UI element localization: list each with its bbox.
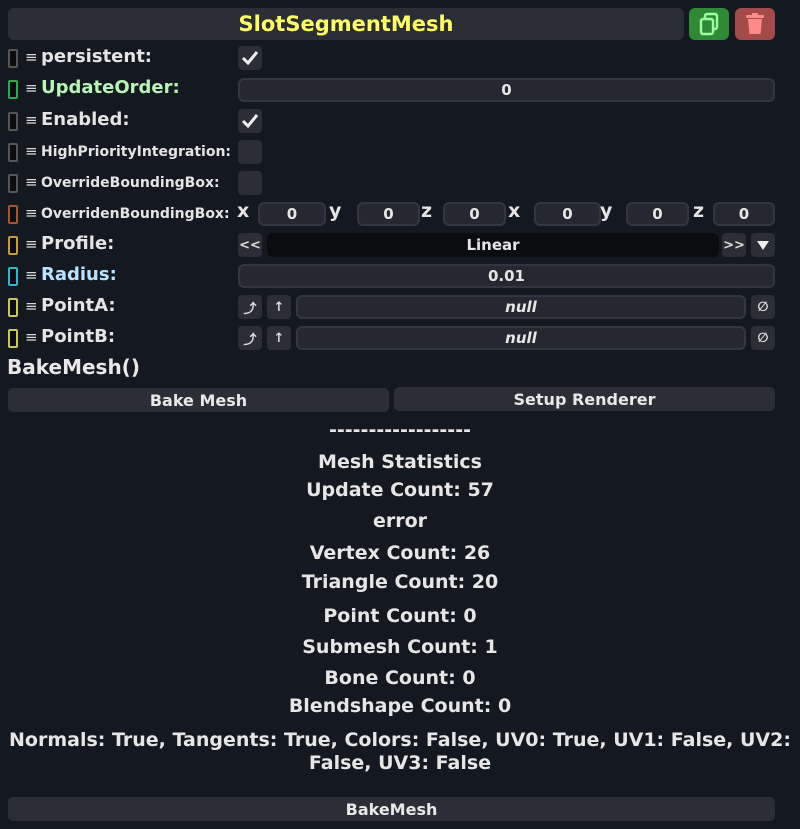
override-bbox-checkbox[interactable] — [238, 171, 262, 195]
bake-mesh-button[interactable]: Bake Mesh — [8, 388, 389, 412]
point-a-label: PointA: — [41, 295, 116, 316]
bbox-max-x-field[interactable]: 0 — [534, 202, 601, 226]
jump-to-icon[interactable]: ⤴ — [238, 326, 262, 350]
method-label: BakeMesh() — [7, 355, 140, 379]
menu-icon[interactable]: ≡ — [25, 48, 38, 66]
triangle-count: Triangle Count: 20 — [301, 571, 499, 593]
drag-handle[interactable] — [8, 298, 18, 317]
dropdown-arrow-icon — [757, 241, 769, 250]
axis-label-y: y — [600, 200, 613, 222]
vertex-count: Vertex Count: 26 — [309, 542, 491, 564]
bbox-min-z-field[interactable]: 0 — [443, 202, 506, 226]
axis-label-x: x — [237, 200, 250, 222]
menu-icon[interactable]: ≡ — [25, 204, 38, 222]
update-count: Update Count: 57 — [306, 479, 494, 501]
drag-handle[interactable] — [8, 205, 18, 224]
blendshape-count: Blendshape Count: 0 — [288, 695, 512, 717]
overriden-bbox-label: OverridenBoundingBox: — [41, 206, 230, 222]
radius-label: Radius: — [41, 264, 117, 285]
axis-label-z: z — [421, 200, 433, 222]
high-priority-checkbox[interactable] — [238, 140, 262, 164]
up-arrow-icon[interactable]: ↑ — [267, 295, 291, 319]
point-b-label: PointB: — [41, 326, 116, 347]
row-profile: ≡ Profile: << Linear >> — [8, 231, 800, 259]
point-a-reference-field[interactable]: null — [296, 295, 746, 319]
menu-icon[interactable]: ≡ — [25, 79, 38, 97]
checkmark-icon — [241, 114, 259, 129]
profile-prev-button[interactable]: << — [238, 233, 262, 257]
up-arrow-icon[interactable]: ↑ — [267, 326, 291, 350]
menu-icon[interactable]: ≡ — [25, 142, 38, 160]
point-count: Point Count: 0 — [323, 605, 477, 627]
menu-icon[interactable]: ≡ — [25, 235, 38, 253]
bbox-max-z-field[interactable]: 0 — [713, 202, 775, 226]
profile-value: Linear — [267, 233, 719, 257]
profile-label: Profile: — [41, 233, 115, 254]
profile-next-button[interactable]: >> — [722, 233, 746, 257]
mesh-attributes-line-1: Normals: True, Tangents: True, Colors: F… — [9, 729, 791, 751]
drag-handle[interactable] — [8, 80, 18, 99]
drag-handle[interactable] — [8, 143, 18, 162]
bake-mesh-bottom-button[interactable]: BakeMesh — [8, 797, 775, 821]
drag-handle[interactable] — [8, 49, 18, 68]
menu-icon[interactable]: ≡ — [25, 328, 38, 346]
drag-handle[interactable] — [8, 329, 18, 348]
drag-handle[interactable] — [8, 267, 18, 286]
persistent-label: persistent: — [41, 46, 152, 67]
clear-icon[interactable]: ∅ — [751, 326, 775, 350]
row-persistent: ≡ persistent: — [8, 44, 800, 72]
menu-icon[interactable]: ≡ — [25, 111, 38, 129]
clear-icon[interactable]: ∅ — [751, 295, 775, 319]
copy-icon — [699, 12, 719, 36]
row-point-b: ≡ PointB: ⤴ ↑ null ∅ — [8, 324, 800, 352]
override-bbox-label: OverrideBoundingBox: — [41, 175, 220, 191]
row-overriden-bounding-box: ≡ OverridenBoundingBox: x 0 y 0 z 0 x 0 … — [8, 200, 800, 228]
axis-label-y: y — [329, 200, 342, 222]
radius-field[interactable]: 0.01 — [238, 264, 775, 288]
axis-label-z: z — [693, 200, 705, 222]
high-priority-label: HighPriorityIntegration: — [41, 144, 232, 160]
enabled-checkbox[interactable] — [238, 109, 262, 133]
setup-renderer-button[interactable]: Setup Renderer — [394, 387, 775, 411]
error-text: error — [372, 510, 428, 532]
trash-icon — [746, 13, 764, 34]
update-order-field[interactable]: 0 — [238, 78, 775, 102]
jump-to-icon[interactable]: ⤴ — [238, 295, 262, 319]
duplicate-button[interactable] — [689, 8, 729, 40]
persistent-checkbox[interactable] — [238, 46, 262, 70]
menu-icon[interactable]: ≡ — [25, 266, 38, 284]
menu-icon[interactable]: ≡ — [25, 173, 38, 191]
row-point-a: ≡ PointA: ⤴ ↑ null ∅ — [8, 293, 800, 321]
profile-dropdown-button[interactable] — [751, 233, 775, 257]
stats-divider: ------------------ — [329, 419, 471, 441]
checkmark-icon — [241, 51, 259, 66]
update-order-label: UpdateOrder: — [41, 77, 180, 98]
delete-button[interactable] — [735, 8, 775, 40]
component-title: SlotSegmentMesh — [8, 8, 684, 40]
stats-title: Mesh Statistics — [318, 451, 482, 473]
row-high-priority-integration: ≡ HighPriorityIntegration: — [8, 138, 800, 166]
bbox-max-y-field[interactable]: 0 — [626, 202, 689, 226]
enabled-label: Enabled: — [41, 109, 130, 130]
drag-handle[interactable] — [8, 112, 18, 131]
axis-label-x: x — [508, 200, 521, 222]
bbox-min-y-field[interactable]: 0 — [357, 202, 420, 226]
mesh-attributes-line-2: False, UV3: False — [308, 752, 492, 774]
drag-handle[interactable] — [8, 236, 18, 255]
drag-handle[interactable] — [8, 174, 18, 193]
bone-count: Bone Count: 0 — [324, 667, 476, 689]
menu-icon[interactable]: ≡ — [25, 297, 38, 315]
bbox-min-x-field[interactable]: 0 — [258, 202, 326, 226]
row-override-bounding-box: ≡ OverrideBoundingBox: — [8, 169, 800, 197]
point-b-reference-field[interactable]: null — [296, 326, 746, 350]
submesh-count: Submesh Count: 1 — [302, 636, 498, 658]
row-enabled: ≡ Enabled: — [8, 107, 800, 135]
row-update-order: ≡ UpdateOrder: 0 — [8, 75, 800, 103]
row-radius: ≡ Radius: 0.01 — [8, 262, 800, 290]
